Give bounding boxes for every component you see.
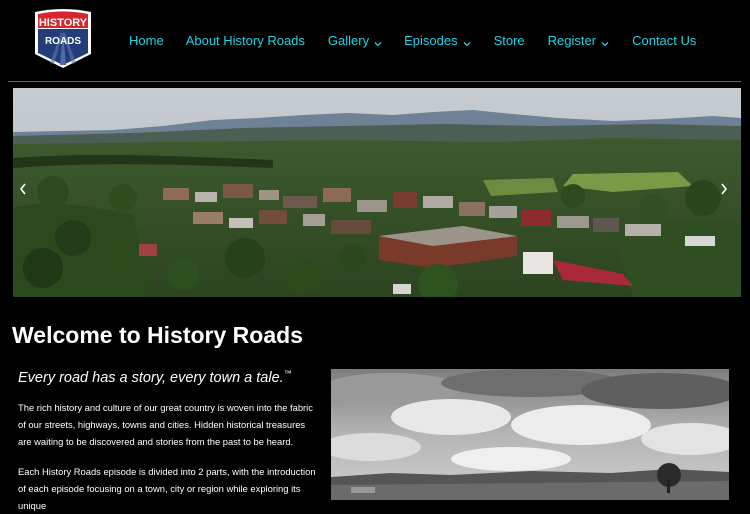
hero-slider-image [13,88,741,297]
nav-gallery-label: Gallery [327,32,370,48]
intro-paragraph: The rich history and culture of our grea… [18,402,313,447]
nav-register[interactable]: Register [548,33,609,48]
logo-bottom-text: ROADS [45,36,81,47]
historic-landscape-photo [331,369,729,500]
nav-episodes-label: Episodes [404,32,458,48]
main-nav: Home About History Roads Gallery Episode… [129,30,696,50]
nav-home[interactable]: Home [129,33,164,48]
nav-about[interactable]: About History Roads [186,33,305,48]
trademark-mark: ™ [283,369,292,378]
slider-next-button[interactable] [719,182,729,196]
header-divider [8,81,741,82]
site-header: HISTORY ROADS Home About History Roads G… [0,0,750,80]
episode-paragraph: Each History Roads episode is divided in… [18,466,316,511]
nav-about-label: About History Roads [185,32,305,48]
nav-store[interactable]: Store [494,33,525,48]
nav-contact[interactable]: Contact Us [632,33,696,48]
nav-contact-label: Contact Us [632,32,697,48]
chevron-down-icon [601,36,609,47]
nav-register-label: Register [547,32,597,48]
nav-home-label: Home [129,32,164,48]
logo-top-text: HISTORY [39,17,88,29]
nav-episodes[interactable]: Episodes [404,32,471,48]
chevron-down-icon [374,36,382,47]
tagline-text: Every road has a story, every town a tal… [18,369,284,386]
page-title: Welcome to History Roads [12,322,303,348]
slider-prev-button[interactable] [18,182,28,196]
history-roads-logo[interactable]: HISTORY ROADS [30,7,96,69]
tagline: Every road has a story, every town a tal… [18,369,292,386]
nav-store-label: Store [493,32,525,48]
nav-gallery[interactable]: Gallery [328,33,382,48]
chevron-down-icon [463,36,471,47]
